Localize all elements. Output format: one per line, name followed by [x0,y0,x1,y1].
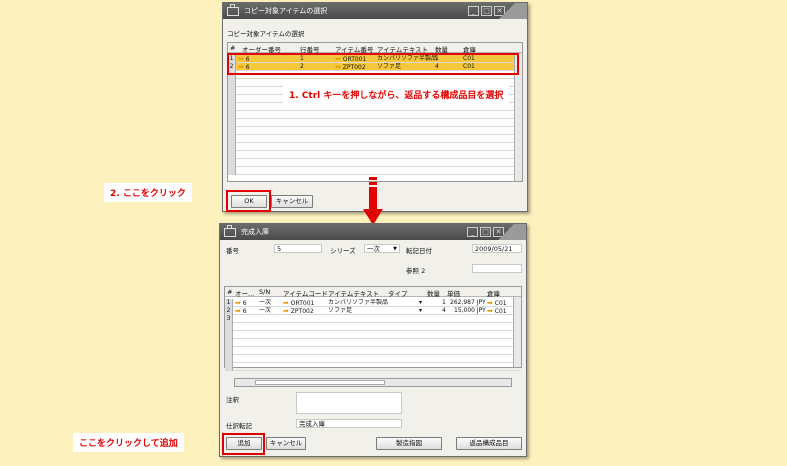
grid-header: # オーダー番号 行番号 アイテム番号 アイテムテキスト 数量 倉庫 [228,43,522,54]
row-header [228,143,236,151]
ok-highlight-box [226,190,271,212]
link-arrow-icon[interactable]: ➡ [487,307,493,315]
row-header [225,331,233,339]
receipt-titlebar: 完成入庫 _ □ ✕ [220,224,526,240]
empty-table-row [225,355,521,363]
window-title: コピー対象アイテムの選択 [244,7,328,15]
link-arrow-icon[interactable]: ➡ [235,307,241,315]
empty-table-row [228,135,522,143]
empty-table-row [228,111,522,119]
down-arrow-icon [363,177,383,225]
link-arrow-icon[interactable]: ➡ [487,299,493,307]
step1-callout: 1. Ctrl キーを押しながら、返品する構成品目を選択 [283,85,510,104]
row-header [228,151,236,159]
link-arrow-icon[interactable]: ➡ [283,307,289,315]
copy-items-titlebar: コピー対象アイテムの選択 _ □ ✕ [223,3,527,19]
cancel-button[interactable]: キャンセル [271,195,313,208]
title-decoration [486,224,526,240]
selection-highlight-box [227,53,519,75]
series-select[interactable]: 一次 ▼ [364,244,400,253]
empty-table-row [225,363,521,371]
empty-table-row [225,331,521,339]
cancel-button[interactable]: キャンセル [266,437,306,450]
production-receipt-window: 完成入庫 _ □ ✕ 番号 5 シリーズ 一次▼ 転記日付 2009/05/21… [219,223,527,457]
empty-table-row [228,143,522,151]
journal-label: 仕訳転記 [226,422,252,430]
date-label: 転記日付 [406,247,432,255]
row-header [228,127,236,135]
row-header [228,119,236,127]
col-wh[interactable]: 倉庫 [487,288,500,298]
row-header [228,135,236,143]
row-header [228,87,236,95]
row-header [228,95,236,103]
col-price[interactable]: 単価 [447,288,460,298]
horizontal-scrollbar[interactable] [234,378,512,387]
row-header [228,111,236,119]
empty-table-row [228,159,522,167]
col-text[interactable]: アイテムテキスト [328,288,379,298]
row-header [225,363,233,371]
row-header [225,347,233,355]
col-type[interactable]: タイプ [388,288,408,298]
row-header [225,323,233,331]
vertical-scrollbar[interactable] [513,297,521,367]
window-icon [224,224,236,237]
empty-table-row [228,127,522,135]
journal-field[interactable]: 完成入庫 [296,419,402,428]
row-header [228,79,236,87]
window-subtitle: コピー対象アイテムの選択 [227,30,305,38]
remarks-field[interactable] [296,392,402,414]
return-components-button[interactable]: 返品構成品目 [456,437,522,450]
table-row[interactable]: 1 ➡ 6 一次 ➡ ORT001 カンパリソファ半製品 ▾ 1 262,987… [225,299,521,307]
col-num: # [227,288,233,296]
empty-table-row [225,347,521,355]
chevron-down-icon: ▼ [393,246,397,252]
window-title: 完成入庫 [241,228,269,236]
remarks-label: 注釈 [226,396,239,404]
col-code[interactable]: アイテムコード [283,288,328,298]
empty-table-row [228,167,522,175]
row-header [225,355,233,363]
step3-callout: ここをクリックして追加 [73,433,184,452]
row-header [228,159,236,167]
col-num: # [230,44,236,52]
link-arrow-icon[interactable]: ➡ [283,299,289,307]
table-row[interactable]: 2 ➡ 6 一次 ➡ ZPT002 ソファ足 ▾ 4 15,000 JPY ➡ … [225,307,521,315]
row-header [228,167,236,175]
title-decoration [487,3,527,19]
minimize-icon[interactable]: _ [468,6,479,16]
table-row[interactable]: 3 [225,315,521,323]
number-field[interactable]: 5 [274,244,322,253]
col-sn[interactable]: S/N [259,288,270,296]
chevron-down-icon: ▾ [419,307,423,314]
ref2-field[interactable] [472,264,522,273]
empty-table-row [228,119,522,127]
minimize-icon[interactable]: _ [467,227,478,237]
col-qty[interactable]: 数量 [427,288,440,298]
series-label: シリーズ [330,247,356,255]
empty-table-row [228,151,522,159]
ref2-label: 参照 2 [406,267,426,275]
grid-header: # オー... S/N アイテムコード アイテムテキスト タイプ 数量 単価 倉… [225,287,521,298]
chevron-down-icon: ▾ [419,299,423,306]
col-order[interactable]: オー... [235,288,254,298]
window-icon [227,3,239,16]
production-order-button[interactable]: 製造指図 [376,437,442,450]
empty-table-row [225,339,521,347]
add-highlight-box [222,433,265,455]
number-label: 番号 [226,247,239,255]
empty-table-row [228,103,522,111]
row-header [228,103,236,111]
row-header [225,339,233,347]
link-arrow-icon[interactable]: ➡ [235,299,241,307]
date-field[interactable]: 2009/05/21 [472,244,522,253]
step2-callout: 2. ここをクリック [104,183,192,202]
receipt-grid: # オー... S/N アイテムコード アイテムテキスト タイプ 数量 単価 倉… [224,286,522,371]
empty-table-row [225,323,521,331]
